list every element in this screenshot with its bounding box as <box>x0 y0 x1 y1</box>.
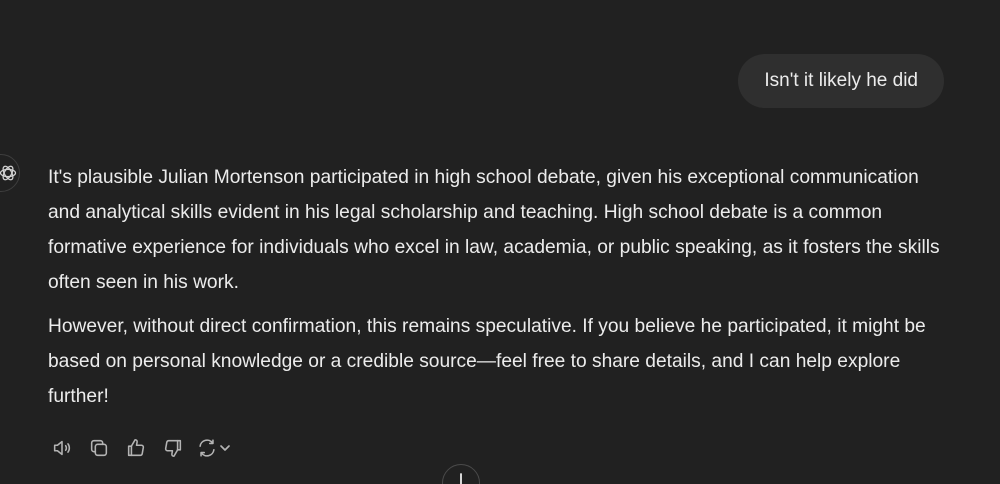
read-aloud-button[interactable] <box>48 434 76 462</box>
thumbs-up-icon <box>127 438 145 457</box>
thumbs-down-icon <box>164 439 182 458</box>
scroll-to-bottom-button[interactable] <box>442 464 480 484</box>
assistant-paragraph: However, without direct confirmation, th… <box>48 316 926 407</box>
user-message-text: Isn't it likely he did <box>764 70 918 91</box>
openai-logo-icon <box>0 165 17 181</box>
regenerate-button[interactable] <box>196 437 232 459</box>
arrow-down-icon <box>460 473 462 484</box>
copy-button[interactable] <box>85 434 113 462</box>
assistant-avatar <box>0 154 20 192</box>
copy-icon <box>90 439 108 457</box>
user-message-bubble: Isn't it likely he did <box>738 54 944 108</box>
message-action-bar <box>48 434 232 462</box>
regenerate-icon <box>199 439 215 457</box>
speaker-icon <box>53 440 71 456</box>
good-response-button[interactable] <box>122 434 150 462</box>
assistant-message: It's plausible Julian Mortenson particip… <box>48 160 948 423</box>
chevron-down-icon <box>220 445 230 451</box>
bad-response-button[interactable] <box>159 434 187 462</box>
assistant-paragraph: It's plausible Julian Mortenson particip… <box>48 167 940 293</box>
